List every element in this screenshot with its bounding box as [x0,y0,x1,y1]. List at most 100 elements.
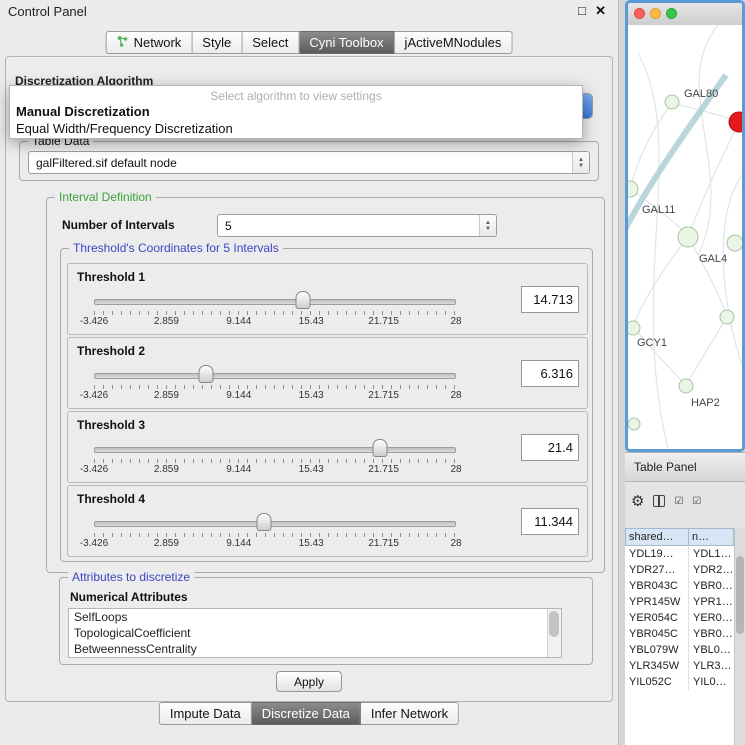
slider-thumb[interactable] [257,513,272,531]
slider-ticks [94,459,456,463]
table-row[interactable]: YIL052C YIL0… [625,674,734,690]
screen: Control Panel □ ✕ Network Styl [0,0,745,745]
tab-jactivemnodules[interactable]: jActiveMNodules [395,31,513,54]
table-scrollbar-thumb[interactable] [736,556,744,634]
tab-label: jActiveMNodules [405,35,502,50]
select-columns-icon[interactable]: ☑ [674,496,683,507]
node[interactable] [628,418,640,430]
column-header-shared[interactable]: shared… [625,528,689,546]
threshold-3-value-field[interactable] [521,434,579,461]
collapse-window-icon[interactable]: □ [578,3,586,18]
tab-select[interactable]: Select [242,31,299,54]
tab-infer-network[interactable]: Infer Network [361,702,459,725]
table-scrollbar[interactable] [734,528,745,745]
node[interactable] [727,235,742,251]
table-row[interactable]: YER054C YER0… [625,610,734,626]
threshold-2-value-field[interactable] [521,360,579,387]
network-icon [117,35,129,50]
slider-thumb[interactable] [199,365,214,383]
threshold-2-slider[interactable] [94,368,456,382]
list-scrollbar[interactable] [547,609,561,657]
close-window-icon[interactable]: ✕ [595,3,606,19]
node-gal80[interactable] [665,95,679,109]
tick-label: 15.43 [299,316,324,327]
tick-label: 21.715 [368,316,399,327]
list-item-selfloops[interactable]: SelfLoops [69,609,561,625]
tab-impute-data[interactable]: Impute Data [159,702,252,725]
tab-style[interactable]: Style [192,31,242,54]
list-item-topologicalcoefficient[interactable]: TopologicalCoefficient [69,625,561,641]
gear-icon[interactable]: ⚙ [631,492,644,510]
zoom-traffic-light-icon[interactable] [666,8,677,19]
threshold-1-slider[interactable] [94,294,456,308]
close-traffic-light-icon[interactable] [634,8,645,19]
tab-network[interactable]: Network [106,31,193,54]
table-row[interactable]: YBR045C YBR0… [625,626,734,642]
cell: YBR0… [689,626,734,642]
node-gcy1[interactable] [628,321,640,335]
node-table: shared… n… YDL19… YDL1… YDR27… YDR2… YBR… [625,528,734,745]
combobox-stepper-icon: ▲▼ [572,152,589,173]
columns-icon[interactable] [653,495,665,507]
table-panel-header: Table Panel [625,452,745,482]
threshold-3-label: Threshold 3 [77,418,145,432]
network-canvas[interactable]: GAL80 GAL11 GAL4 GCY1 HAP2 [628,25,742,449]
tab-discretize-data[interactable]: Discretize Data [252,702,361,725]
tab-label: Infer Network [371,706,448,721]
cell: YBR045C [625,626,689,642]
threshold-4-value-field[interactable] [521,508,579,535]
tab-label: Style [202,35,231,50]
control-panel-tabstrip: Network Style Select Cyni Toolbox jActiv… [106,31,513,54]
tick-label: 9.144 [226,538,251,549]
dropdown-option-equal-width-frequency[interactable]: Equal Width/Frequency Discretization [10,120,582,137]
select-rows-icon[interactable]: ☑ [692,496,701,507]
combobox-stepper-icon: ▲▼ [479,215,496,236]
table-row[interactable]: YDR27… YDR2… [625,562,734,578]
tab-cyni-toolbox[interactable]: Cyni Toolbox [299,31,394,54]
threshold-1-value-field[interactable] [521,286,579,313]
thresholds-group: Threshold's Coordinates for 5 Intervals … [60,248,593,562]
slider-thumb[interactable] [372,439,387,457]
threshold-4-block: Threshold 4 -3.426 2.859 9.144 15.43 21.… [67,485,588,557]
threshold-3-block: Threshold 3 -3.426 2.859 9.144 15.43 21.… [67,411,588,483]
interval-definition-group-label: Interval Definition [55,190,156,204]
node-hap2[interactable] [679,379,693,393]
slider-thumb[interactable] [295,291,310,309]
table-data-combobox[interactable]: galFiltered.sif default node ▲▼ [28,151,590,174]
table-row[interactable]: YDL19… YDL1… [625,546,734,562]
table-row[interactable]: YPR145W YPR1… [625,594,734,610]
number-of-intervals-combobox[interactable]: 5 ▲▼ [217,214,497,237]
number-of-intervals-value: 5 [225,219,232,233]
tick-label: -3.426 [80,390,108,401]
table-row[interactable]: YLR345W YLR3… [625,658,734,674]
tab-label: Impute Data [170,706,241,721]
node-gal4[interactable] [678,227,698,247]
network-view-window: GAL80 GAL11 GAL4 GCY1 HAP2 [625,0,745,452]
node-gal11[interactable] [628,181,638,197]
tick-label: 9.144 [226,390,251,401]
threshold-4-slider[interactable] [94,516,456,530]
threshold-3-slider[interactable] [94,442,456,456]
number-of-intervals-label: Number of Intervals [62,218,175,232]
threshold-2-block: Threshold 2 -3.426 2.859 9.144 15.43 21.… [67,337,588,409]
list-scrollbar-thumb[interactable] [549,611,559,637]
cell: YBL0… [689,642,734,658]
cell: YDL19… [625,546,689,562]
cell: YPR1… [689,594,734,610]
selected-node[interactable] [729,112,742,132]
numerical-attributes-label: Numerical Attributes [70,590,188,604]
column-header-n[interactable]: n… [689,528,734,546]
apply-button[interactable]: Apply [276,671,342,692]
cell: YIL0… [689,674,734,690]
table-row[interactable]: YBR043C YBR0… [625,578,734,594]
tick-label: 28 [450,538,461,549]
node[interactable] [720,310,734,324]
table-row[interactable]: YBL079W YBL0… [625,642,734,658]
tick-label: 28 [450,464,461,475]
slider-track [94,521,456,527]
cell: YER0… [689,610,734,626]
list-item-betweennesscentrality[interactable]: BetweennessCentrality [69,641,561,657]
dropdown-option-manual-discretization[interactable]: Manual Discretization [10,103,582,120]
tick-label: 2.859 [154,538,179,549]
minimize-traffic-light-icon[interactable] [650,8,661,19]
